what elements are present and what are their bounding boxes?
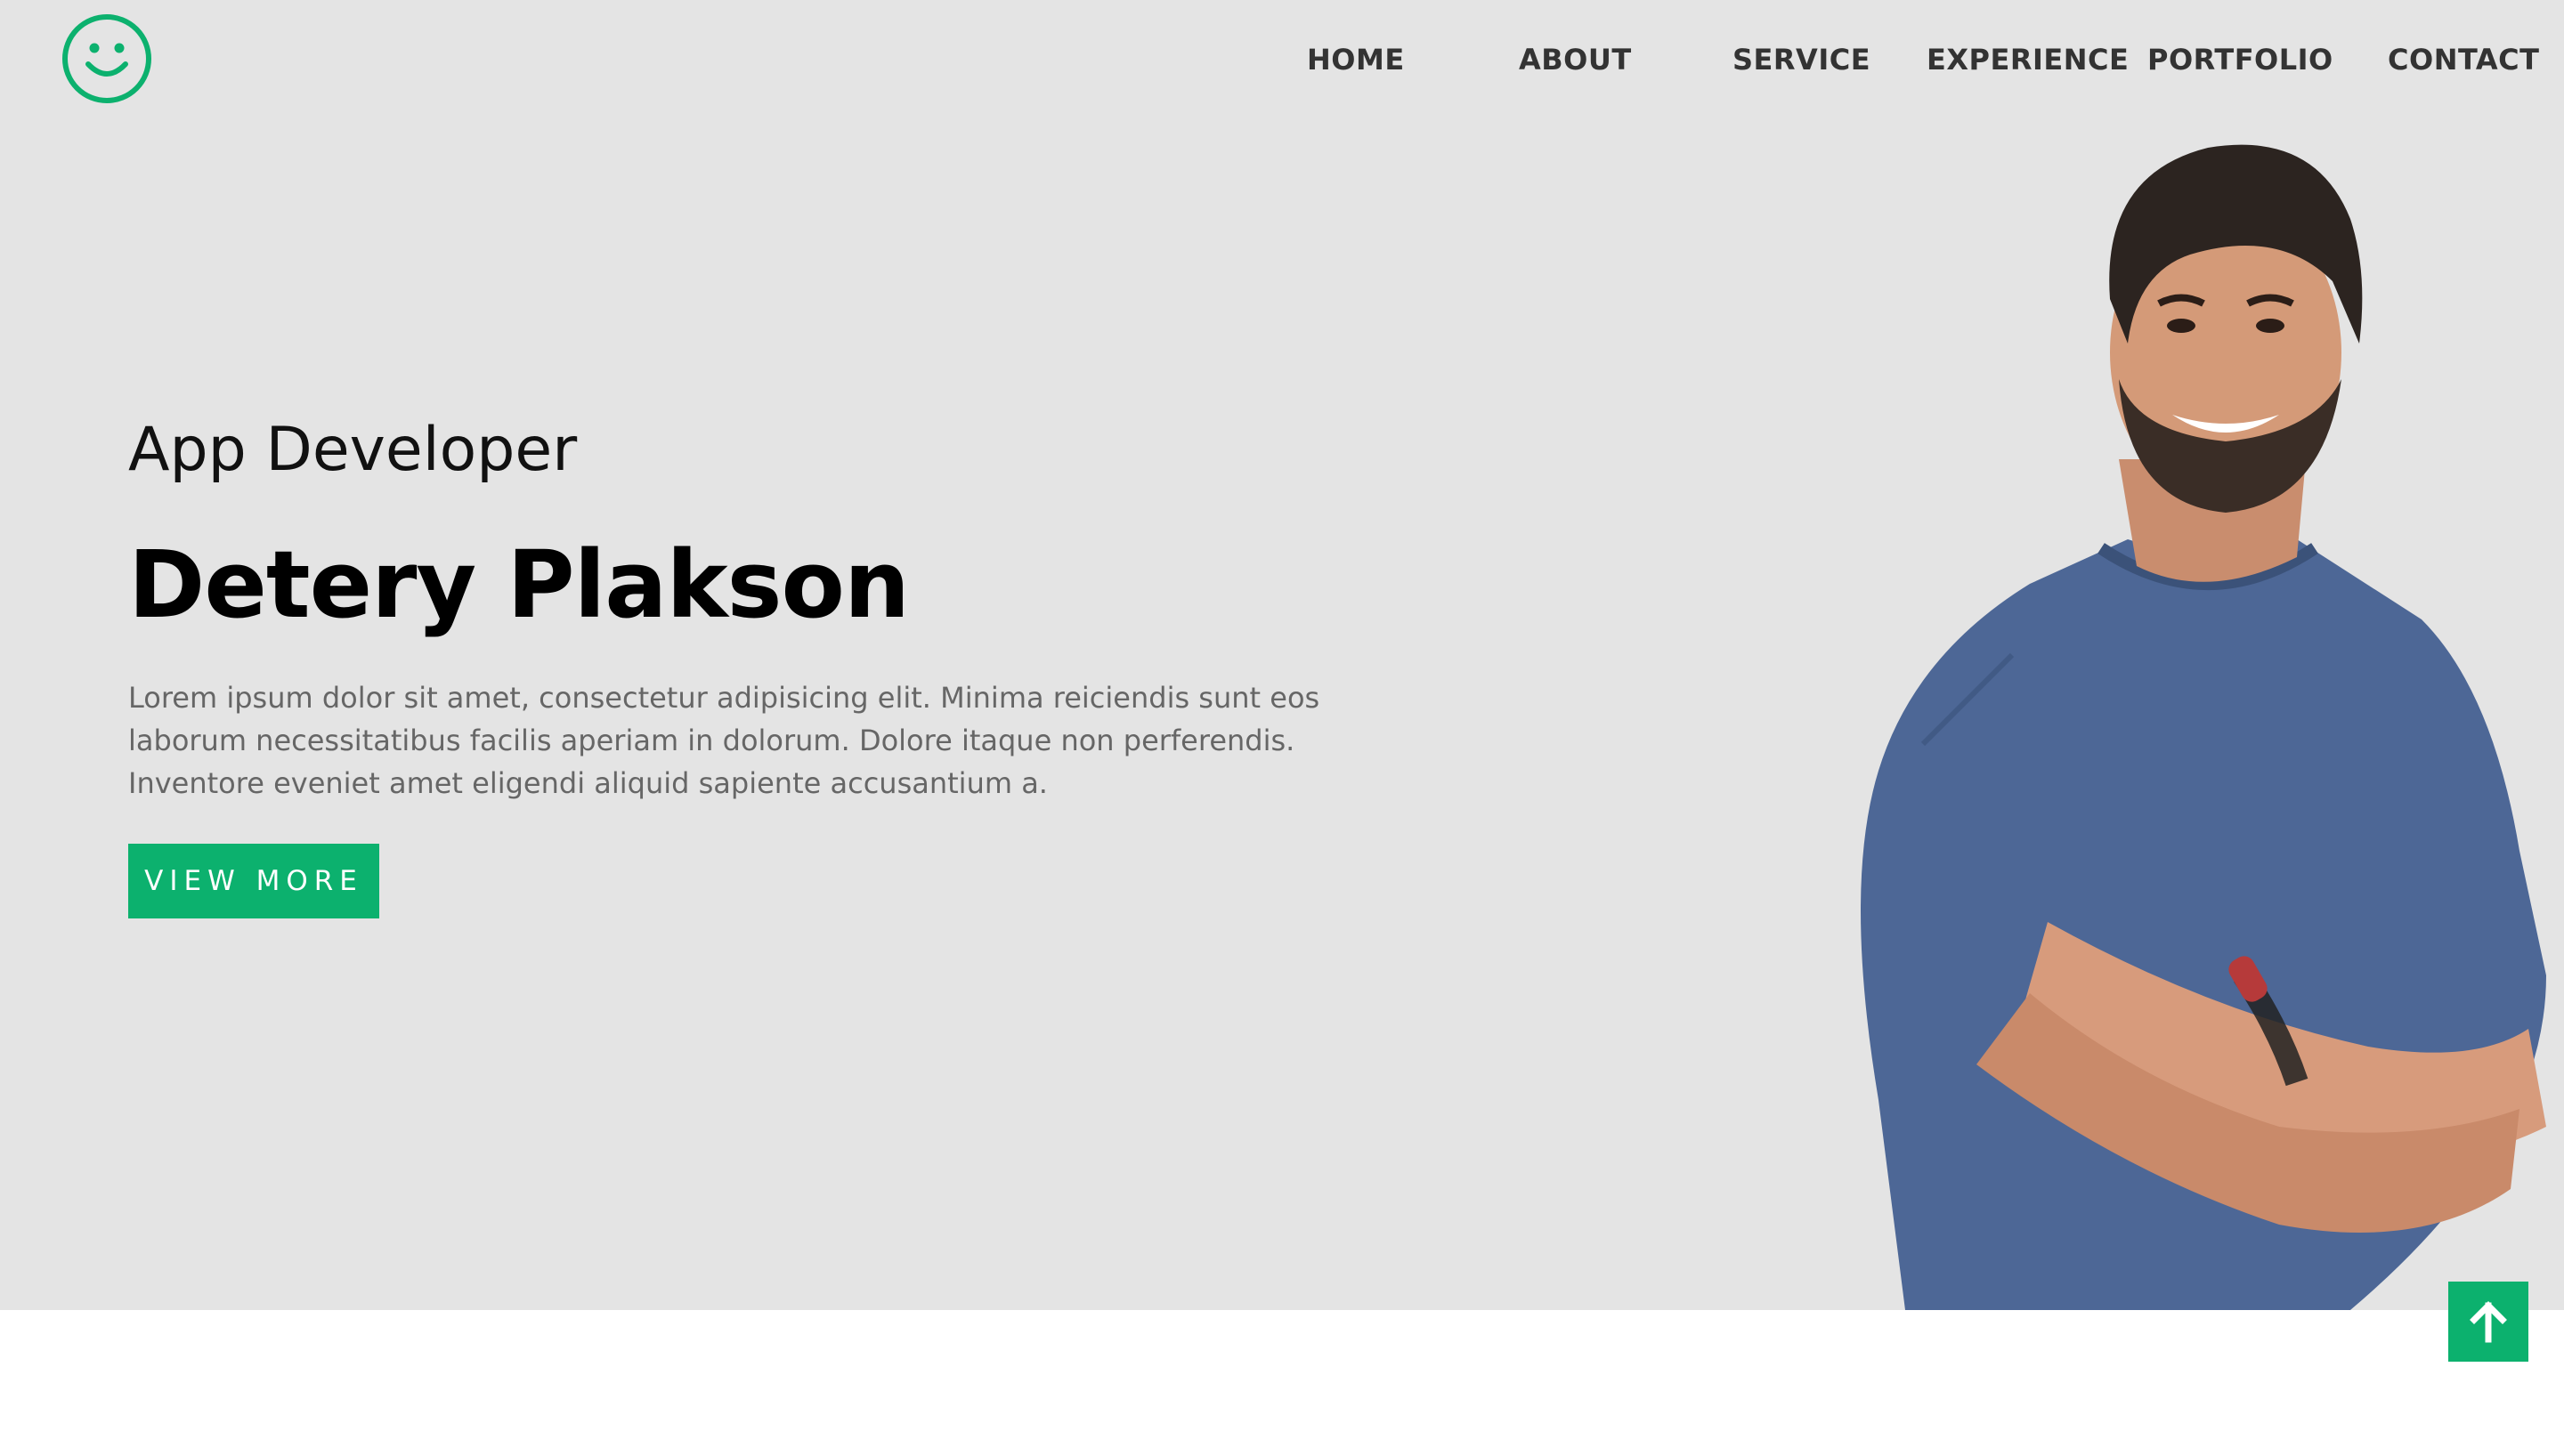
nav-item-contact[interactable]: CONTACT <box>2388 41 2539 78</box>
hero-description: Lorem ipsum dolor sit amet, consectetur … <box>128 681 1320 800</box>
nav-item-portfolio[interactable]: PORTFOLIO <box>2147 41 2333 78</box>
main-nav: HOME ABOUT SERVICE EXPERIENCE PORTFOLIO … <box>0 0 2564 117</box>
portrait-image <box>1861 144 2546 1310</box>
nav-item-about[interactable]: ABOUT <box>1519 41 1631 78</box>
view-more-button[interactable]: VIEW MORE <box>128 844 379 918</box>
nav-item-home[interactable]: HOME <box>1307 41 1404 78</box>
nav-item-service[interactable]: SERVICE <box>1732 41 1870 78</box>
hero-subtitle: App Developer <box>128 415 578 485</box>
nav-item-experience[interactable]: EXPERIENCE <box>1927 41 2129 78</box>
arrow-up-icon <box>2470 1301 2507 1343</box>
hero-section: HOME ABOUT SERVICE EXPERIENCE PORTFOLIO … <box>0 0 2564 1310</box>
scroll-to-top-button[interactable] <box>2448 1282 2528 1362</box>
hero-name: Detery Plakson <box>128 530 910 639</box>
